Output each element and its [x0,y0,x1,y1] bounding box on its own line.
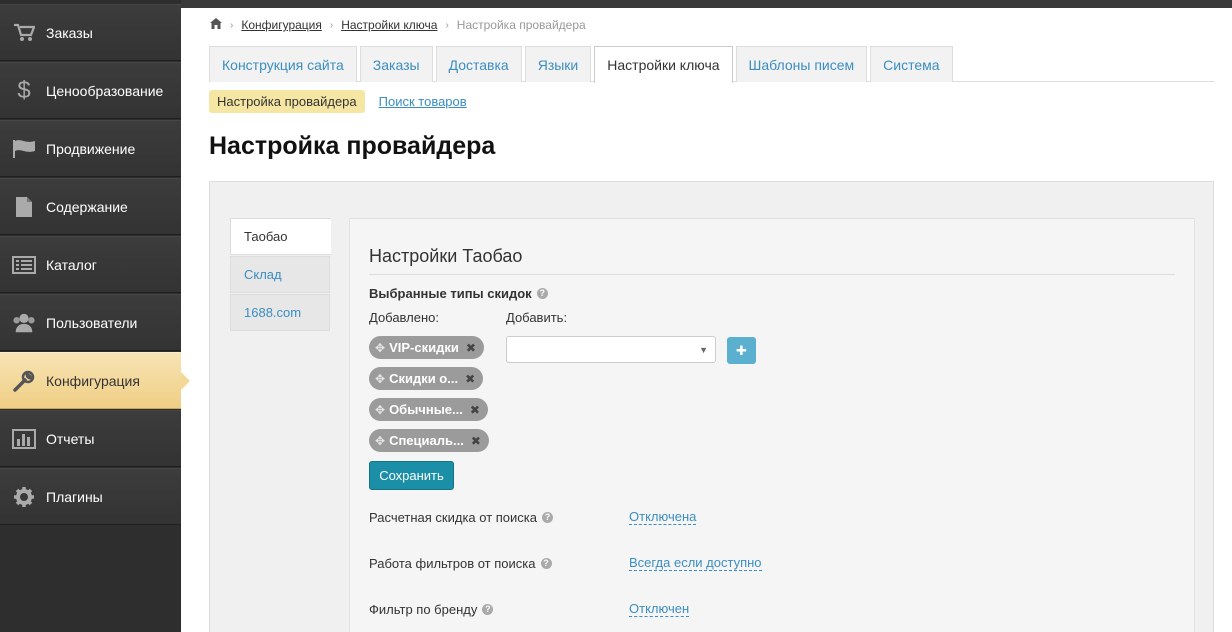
discount-chip[interactable]: ✥ Скидки о... ✖ [369,367,484,390]
discount-type-select[interactable]: ▼ [506,336,716,363]
sidebar-item-label: Содержание [46,198,128,215]
sidebar-item-label: Конфигурация [46,372,140,389]
breadcrumb: › Конфигурация › Настройки ключа › Настр… [210,18,586,32]
move-icon[interactable]: ✥ [375,403,385,417]
sidebar-item-label: Пользователи [46,314,138,331]
breadcrumb-link-key-settings[interactable]: Настройки ключа [341,18,437,32]
help-icon[interactable]: ? [540,558,552,569]
sidebar-item-label: Плагины [46,488,103,505]
add-discount-button[interactable]: ✚ [727,337,756,364]
add-label: Добавить: [506,310,568,325]
setting-label-text: Расчетная скидка от поиска [369,510,538,525]
gear-icon [12,485,36,509]
remove-icon[interactable]: ✖ [466,341,476,355]
vtab-warehouse[interactable]: Склад [230,256,330,293]
list-icon [12,253,36,277]
home-icon[interactable] [210,18,222,32]
sidebar-item-pricing[interactable]: $ Ценообразование [0,62,181,119]
remove-icon[interactable]: ✖ [471,434,481,448]
tab-languages[interactable]: Языки [524,46,592,82]
move-icon[interactable]: ✥ [375,434,385,448]
breadcrumb-current: Настройка провайдера [456,18,586,32]
users-icon [12,311,36,335]
tab-system[interactable]: Система [870,46,953,82]
breadcrumb-separator: › [329,19,334,31]
provider-tabs: Таобао Склад 1688.com [230,218,331,332]
move-icon[interactable]: ✥ [375,372,385,386]
flag-icon [12,137,36,161]
remove-icon[interactable]: ✖ [465,372,475,386]
vtab-taobao[interactable]: Таобао [230,218,331,255]
sidebar-item-reports[interactable]: Отчеты [0,410,181,467]
sidebar-item-plugins[interactable]: Плагины [0,468,181,525]
move-icon[interactable]: ✥ [375,341,385,355]
setting-label: Фильтр по бренду ? [369,602,494,617]
tab-key-settings[interactable]: Настройки ключа [594,46,733,83]
breadcrumb-link-configuration[interactable]: Конфигурация [241,18,322,32]
sidebar-item-content[interactable]: Содержание [0,178,181,235]
remove-icon[interactable]: ✖ [470,403,480,417]
tab-orders[interactable]: Заказы [359,46,433,82]
sidebar-item-label: Каталог [46,256,97,273]
setting-label: Расчетная скидка от поиска ? [369,510,554,525]
section-title: Настройки Таобао [369,246,523,266]
vtab-1688[interactable]: 1688.com [230,294,330,331]
help-icon[interactable]: ? [536,288,548,299]
tab-delivery[interactable]: Доставка [435,46,522,82]
plus-icon: ✚ [736,342,747,358]
setting-label-text: Фильтр по бренду [369,602,478,617]
sidebar-item-label: Заказы [46,24,93,41]
sidebar-item-promotion[interactable]: Продвижение [0,120,181,177]
discount-types-text: Выбранные типы скидок [369,286,532,301]
search-filters-toggle[interactable]: Всегда если доступно [629,555,762,571]
discount-chip[interactable]: ✥ Специаль... ✖ [369,429,489,452]
sidebar-item-configuration[interactable]: Конфигурация [0,352,190,409]
tab-site-construction[interactable]: Конструкция сайта [209,46,357,82]
discount-chip[interactable]: ✥ Обычные... ✖ [369,398,488,421]
top-tabs: Конструкция сайта Заказы Доставка Языки … [209,46,1214,83]
chip-label: Обычные... [389,402,463,417]
document-icon [12,195,36,219]
dollar-icon: $ [17,76,31,104]
save-button[interactable]: Сохранить [369,461,454,490]
breadcrumb-separator: › [445,19,449,31]
sidebar-item-orders[interactable]: Заказы [0,4,181,61]
sidebar-item-label: Отчеты [46,430,95,447]
divider [369,274,1175,275]
subtabs: Настройка провайдера Поиск товаров [209,90,467,113]
setting-label: Работа фильтров от поиска ? [369,556,552,571]
sidebar-item-label: Ценообразование [46,82,164,99]
sidebar-item-catalog[interactable]: Каталог [0,236,181,293]
tab-email-templates[interactable]: Шаблоны писем [735,46,868,82]
added-label: Добавлено: [369,310,440,325]
bar-chart-icon [12,427,36,451]
wrench-icon [12,369,36,393]
help-icon[interactable]: ? [542,512,554,523]
sidebar-item-users[interactable]: Пользователи [0,294,181,351]
subtab-product-search[interactable]: Поиск товаров [379,94,467,109]
top-bar [181,0,1232,8]
discount-chip[interactable]: ✥ VIP-скидки ✖ [369,336,484,359]
page-title: Настройка провайдера [209,132,496,160]
chip-label: VIP-скидки [389,340,459,355]
subtab-provider-settings[interactable]: Настройка провайдера [209,90,365,113]
cart-icon [12,21,36,45]
help-icon[interactable]: ? [482,604,494,615]
sidebar-item-label: Продвижение [46,140,136,157]
chevron-down-icon: ▼ [699,345,708,355]
chip-label: Скидки о... [389,371,459,386]
discount-types-label: Выбранные типы скидок ? [369,286,548,301]
search-discount-toggle[interactable]: Отключена [629,509,697,525]
breadcrumb-separator: › [230,19,234,31]
brand-filter-toggle[interactable]: Отключен [629,601,690,617]
chip-label: Специаль... [389,433,464,448]
setting-label-text: Работа фильтров от поиска [369,556,536,571]
